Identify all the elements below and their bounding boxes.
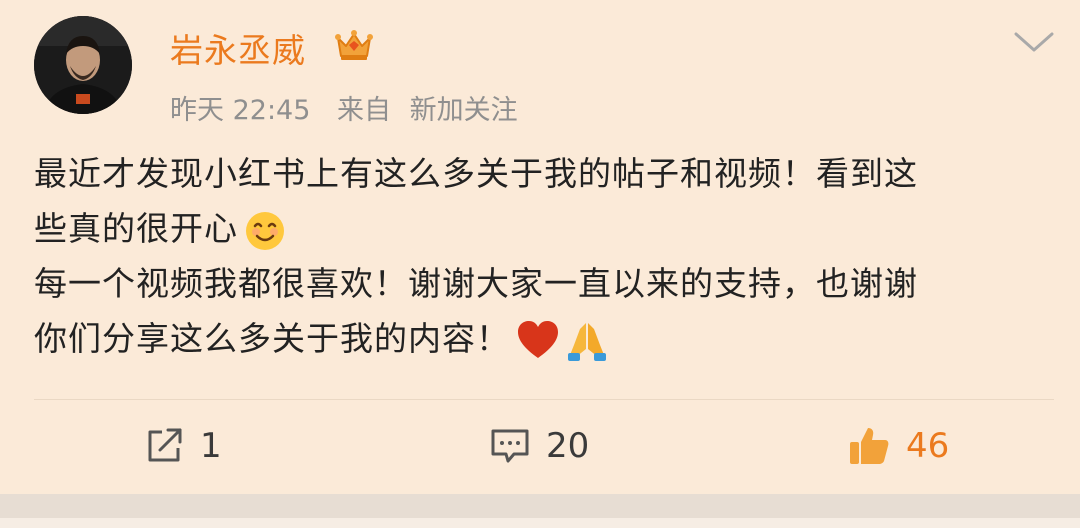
post-time: 昨天 22:45 [170, 95, 311, 126]
comment-button[interactable]: 20 [490, 422, 589, 470]
avatar-image [34, 16, 132, 114]
chevron-down-icon[interactable] [1012, 28, 1056, 56]
repost-count: 1 [200, 426, 222, 466]
comment-count: 20 [546, 426, 590, 466]
content-line: 最近才发现小红书上有这么多关于我的帖子和视频！看到这 [34, 154, 918, 193]
avatar[interactable] [34, 16, 132, 114]
smiling-face-icon [246, 211, 284, 250]
crown-icon [335, 30, 373, 60]
post-meta: 昨天 22:45 来自 新加关注 [170, 88, 536, 127]
separator-bar [0, 494, 1080, 518]
source-label: 来自 [337, 95, 391, 126]
post-content: 最近才发现小红书上有这么多关于我的帖子和视频！看到这 些真的很开心 每一个视频我… [34, 146, 1054, 366]
like-button[interactable]: 46 [848, 422, 949, 470]
content-line: 你们分享这么多关于我的内容！ [34, 311, 1054, 366]
comment-icon [491, 429, 529, 463]
content-line: 每一个视频我都很喜欢！谢谢大家一直以来的支持，也谢谢 [34, 264, 918, 303]
next-card-edge [0, 518, 1080, 528]
post-source[interactable]: 新加关注 [410, 95, 518, 126]
content-line: 些真的很开心 [34, 201, 1054, 256]
weibo-post-card: 岩永丞威 昨天 22:45 来自 新加关注 最近才发现小红书上有这么多关于我的帖… [0, 0, 1080, 528]
red-heart-icon [518, 320, 558, 358]
thumbs-up-icon [850, 428, 889, 464]
username[interactable]: 岩永丞威 [170, 24, 306, 72]
share-icon [148, 428, 182, 462]
folded-hands-icon [568, 322, 606, 361]
like-count: 46 [906, 426, 950, 466]
divider [34, 399, 1054, 400]
repost-button[interactable]: 1 [146, 422, 222, 470]
